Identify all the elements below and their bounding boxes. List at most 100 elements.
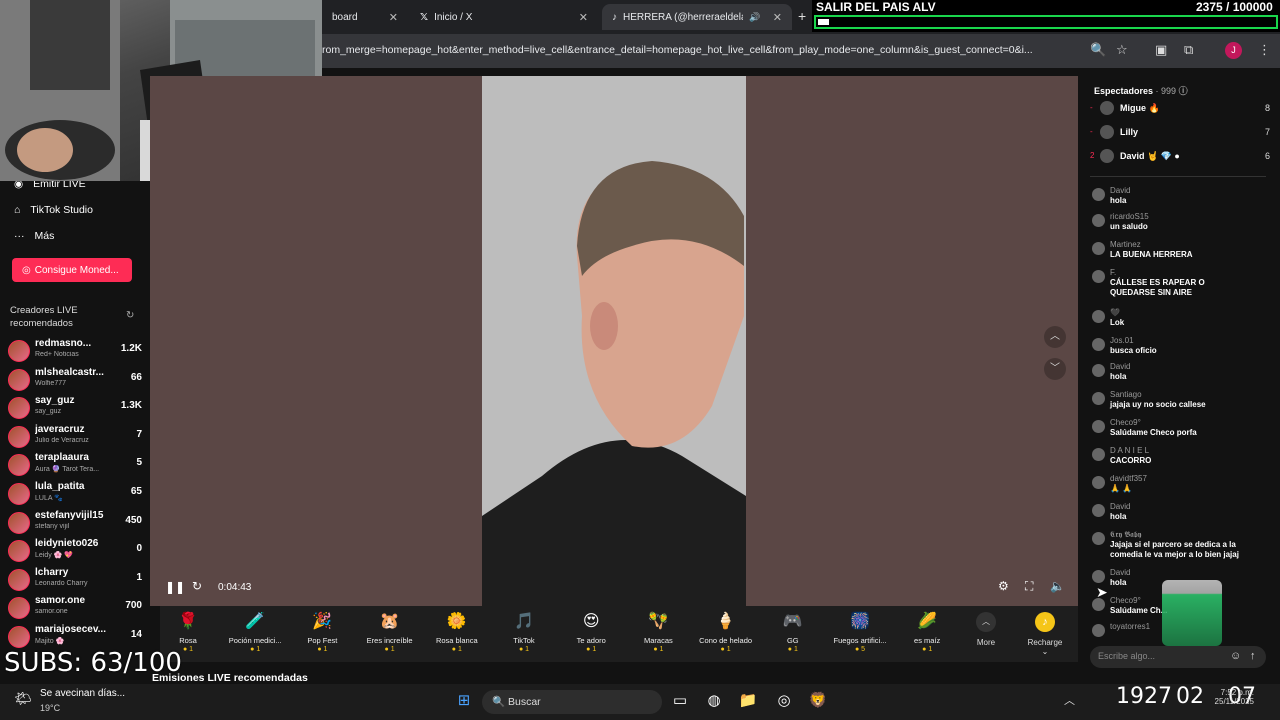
- avatar: [1100, 101, 1114, 115]
- pause-icon[interactable]: ❚❚: [165, 580, 185, 594]
- goal-title: SALIR DEL PAIS ALV: [816, 0, 936, 14]
- next-live-button[interactable]: ﹀: [1044, 358, 1066, 380]
- gift-cost-value: 1: [793, 646, 798, 653]
- previous-live-button[interactable]: ︿: [1044, 326, 1066, 348]
- creator-subtitle: Leidy 🌸 💖: [35, 552, 74, 560]
- new-tab-button[interactable]: +: [798, 8, 806, 24]
- sidebar-item-tiktok-studio[interactable]: ⌂ TikTok Studio: [14, 204, 93, 216]
- menu-kebab-icon[interactable]: ⋮: [1258, 42, 1271, 58]
- ranking-row[interactable]: 2 David 🤘 💎 ● 6: [1090, 148, 1270, 166]
- creator-item[interactable]: lcharry Leonardo Charry 1: [8, 567, 148, 595]
- creator-item[interactable]: say_guz say_guz 1.3K: [8, 395, 148, 423]
- close-icon[interactable]: ✕: [579, 11, 588, 24]
- recommended-creators-title: Creadores LIVE recomendados: [10, 305, 78, 329]
- ranking-row[interactable]: - Migue 🔥 8: [1090, 100, 1270, 118]
- creator-item[interactable]: samor.one samor.one 700: [8, 595, 148, 623]
- live-video[interactable]: [482, 76, 746, 606]
- creator-item[interactable]: lula_patita LULA 🐾 65: [8, 481, 148, 509]
- creator-name: javeracruz: [35, 423, 85, 435]
- task-view-icon[interactable]: ▭: [668, 690, 692, 712]
- gift-item[interactable]: 🐹 Eres increíble ● 1: [358, 610, 422, 660]
- profile-avatar[interactable]: J: [1225, 42, 1242, 59]
- gift-icon: 🎵: [514, 613, 534, 630]
- creator-item[interactable]: leidynieto026 Leidy 🌸 💖 0: [8, 538, 148, 566]
- refresh-icon[interactable]: ↻: [192, 579, 202, 593]
- chat-input-placeholder: Escribe algo...: [1098, 651, 1156, 661]
- taskbar-search[interactable]: 🔍 Buscar: [482, 690, 662, 714]
- obs-icon[interactable]: ◎: [772, 690, 796, 712]
- weather-title[interactable]: Se avecinan días...: [40, 688, 125, 699]
- creator-avatar: [8, 340, 30, 362]
- chat-username: David: [1110, 362, 1131, 371]
- viewers-header[interactable]: Espectadores · 999 ⓘ: [1094, 84, 1188, 97]
- gift-item[interactable]: 🎮 GG ● 1: [761, 610, 825, 660]
- close-icon[interactable]: ✕: [389, 11, 398, 24]
- gift-cost-value: 1: [189, 646, 194, 653]
- volume-icon[interactable]: 🔈: [1050, 579, 1065, 593]
- gift-item[interactable]: 🎉 Pop Fest ● 1: [290, 610, 354, 660]
- gift-item[interactable]: 🌽 es maíz ● 1: [895, 610, 959, 660]
- gift-cost-value: 1: [525, 646, 530, 653]
- creator-avatar: [8, 425, 30, 448]
- speaker-icon[interactable]: 🔊: [749, 12, 760, 23]
- creator-item[interactable]: estefanyvijil15 stefany vijil 450: [8, 510, 148, 538]
- creator-avatar: [8, 454, 30, 477]
- chat-text: Salúdame Checo porfa: [1110, 428, 1197, 437]
- avatar: [1092, 624, 1105, 637]
- tray-chevron-icon[interactable]: ︿: [1064, 692, 1075, 708]
- refresh-icon[interactable]: ↻: [126, 310, 134, 321]
- gift-item[interactable]: 🧪 Poción medici... ● 1: [223, 610, 287, 660]
- gift-item[interactable]: 🌼 Rosa blanca ● 1: [425, 610, 489, 660]
- creator-viewer-count: 5: [136, 457, 142, 469]
- gift-item[interactable]: 🪇 Maracas ● 1: [626, 610, 690, 660]
- ranking-row[interactable]: - Lilly 7: [1090, 124, 1270, 142]
- gift-item[interactable]: 🎵 TikTok ● 1: [492, 610, 556, 660]
- chrome-icon[interactable]: ◍: [702, 690, 726, 712]
- tab-x[interactable]: 𝕏 Inicio / X ✕: [410, 4, 598, 30]
- gift-cost: ● 1: [317, 646, 328, 653]
- cursor-icon: ➤: [1096, 584, 1108, 600]
- gift-name: Rosa: [179, 636, 197, 645]
- system-clock[interactable]: 7:52 p.m. 25/11/2025: [1204, 688, 1254, 706]
- gift-item[interactable]: 🎆 Fuegos artifici... ● 5: [828, 610, 892, 660]
- file-explorer-icon[interactable]: 📁: [736, 690, 760, 712]
- avatar: [1092, 420, 1105, 433]
- gift-item[interactable]: 😍 Te adoro ● 1: [559, 610, 623, 660]
- gift-cost: ● 1: [720, 646, 731, 653]
- url-text[interactable]: rom_merge=homepage_hot&enter_method=live…: [322, 44, 1082, 56]
- media-control-icon[interactable]: ▣: [1155, 42, 1167, 58]
- brave-icon[interactable]: 🦁: [806, 690, 830, 712]
- creator-subtitle: Leonardo Charry: [35, 579, 88, 587]
- creator-avatar: [8, 511, 30, 534]
- gift-icon: 🎮: [782, 613, 803, 630]
- creator-item[interactable]: teraplaaura Aura 🔮 Tarot Tera... 5: [8, 452, 148, 480]
- fullscreen-icon[interactable]: ⛶: [1025, 579, 1033, 594]
- windows-start-icon[interactable]: ⊞: [452, 690, 476, 712]
- gift-name: GG: [786, 636, 799, 645]
- more-gifts-button[interactable]: ︿ More: [970, 612, 1002, 658]
- zoom-icon[interactable]: 🔍: [1090, 42, 1106, 58]
- sidebar-item-mas[interactable]: ··· Más: [14, 230, 54, 242]
- bookmark-star-icon[interactable]: ☆: [1116, 42, 1128, 58]
- send-icon[interactable]: ↑: [1250, 650, 1256, 662]
- avatar: [1092, 242, 1105, 255]
- extensions-icon[interactable]: ⧉: [1184, 42, 1193, 58]
- rank-name: Lilly: [1120, 127, 1139, 137]
- creator-name: mlshealcastr...: [35, 366, 104, 378]
- get-coins-button[interactable]: ◎ Consigue Moned...: [12, 258, 132, 282]
- gift-name: Fuegos artifici...: [833, 636, 887, 645]
- tab-dashboard[interactable]: board ✕: [322, 4, 408, 30]
- gift-item[interactable]: 🍦 Cono de helado ● 1: [694, 610, 758, 660]
- creator-item[interactable]: redmasno... Red+ Noticias 1.2K: [8, 338, 148, 366]
- creator-item[interactable]: javeracruz Julio de Veracruz 7: [8, 424, 148, 452]
- creator-subtitle: samor.one: [35, 608, 68, 616]
- settings-icon[interactable]: ⚙: [998, 579, 1009, 593]
- recharge-button[interactable]: ♪ Recharge ⌄: [1024, 612, 1066, 658]
- weather-icon[interactable]: 🌤: [14, 690, 32, 707]
- close-icon[interactable]: ✕: [773, 11, 782, 24]
- creator-item[interactable]: mlshealcastr... Wolfie777 66: [8, 367, 148, 395]
- avatar: [1092, 338, 1105, 351]
- creator-subtitle: LULA 🐾: [35, 495, 63, 502]
- tab-tiktok-live[interactable]: ♪ HERRERA (@herreraeldelah 🔊 ✕: [602, 4, 792, 30]
- emoji-icon[interactable]: ☺: [1230, 650, 1241, 662]
